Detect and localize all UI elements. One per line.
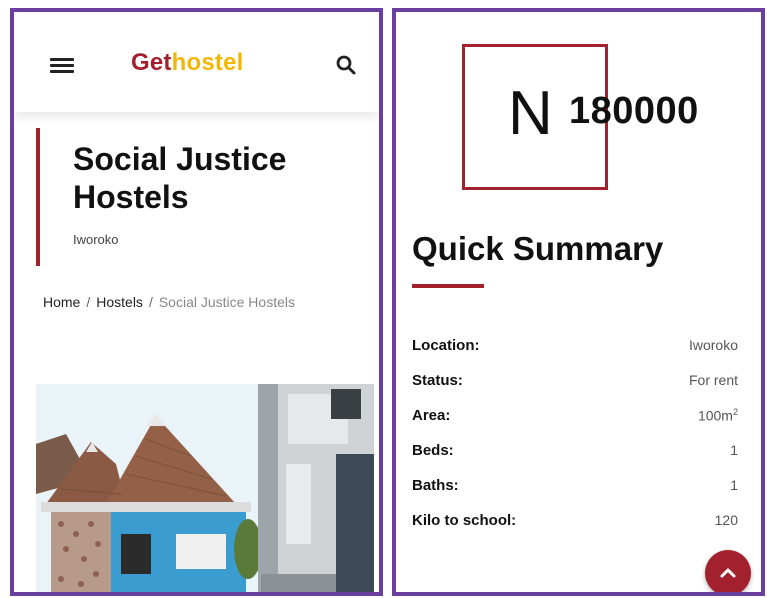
hostel-photo[interactable]: [36, 384, 374, 592]
breadcrumb-current: Social Justice Hostels: [158, 294, 295, 310]
area-value: 100m: [697, 407, 733, 424]
site-logo[interactable]: Gethostel: [131, 49, 244, 77]
summary-row-baths: Baths: 1: [412, 474, 738, 509]
summary-row-beds: Beds: 1: [412, 439, 738, 474]
summary-label: Location:: [412, 337, 480, 354]
logo-text-get: Get: [131, 49, 172, 76]
property-location-subtitle: Iworoko: [73, 232, 119, 247]
chevron-up-icon: [720, 568, 736, 578]
price-amount: 180000: [569, 90, 699, 132]
price-currency-symbol: N: [508, 79, 553, 148]
summary-value-area: 100m2: [698, 407, 738, 424]
summary-row-status: Status: For rent: [412, 369, 738, 404]
scroll-to-top-button[interactable]: [705, 550, 751, 592]
hamburger-menu-icon[interactable]: [50, 56, 76, 76]
summary-value: 120: [714, 512, 738, 528]
breadcrumb-home-link[interactable]: Home: [43, 294, 80, 310]
top-navbar: Gethostel: [14, 12, 379, 112]
summary-value: 1: [730, 477, 738, 493]
summary-label: Beds:: [412, 442, 454, 459]
summary-row-kilo-to-school: Kilo to school: 120: [412, 509, 738, 544]
area-unit-exponent: 2: [732, 407, 738, 417]
breadcrumb: Home / Hostels / Social Justice Hostels: [43, 294, 295, 310]
breadcrumb-separator: /: [148, 294, 153, 310]
summary-label: Area:: [412, 407, 451, 424]
summary-list: Location: Iworoko Status: For rent Area:…: [412, 334, 738, 544]
logo-text-hostel: hostel: [171, 49, 244, 76]
summary-label: Kilo to school:: [412, 512, 517, 529]
summary-label: Baths:: [412, 477, 459, 494]
breadcrumb-separator: /: [86, 294, 91, 310]
property-title: Social Justice Hostels: [73, 141, 287, 215]
summary-row-location: Location: Iworoko: [412, 334, 738, 369]
quick-summary-heading: Quick Summary: [412, 230, 664, 267]
heading-underline: [412, 284, 484, 288]
property-header-panel: Gethostel Social Justice Hostels Iworoko…: [10, 8, 383, 596]
summary-value: For rent: [688, 372, 738, 388]
summary-value: 1: [730, 442, 738, 458]
summary-label: Status:: [412, 372, 463, 389]
quick-summary-panel: N 180000 Quick Summary Location: Iworoko…: [392, 8, 765, 596]
summary-row-area: Area: 100m2: [412, 404, 738, 439]
summary-value: Iworoko: [688, 337, 738, 353]
breadcrumb-hostels-link[interactable]: Hostels: [96, 294, 143, 310]
search-icon[interactable]: [335, 54, 357, 76]
title-accent-bar: [36, 128, 40, 266]
